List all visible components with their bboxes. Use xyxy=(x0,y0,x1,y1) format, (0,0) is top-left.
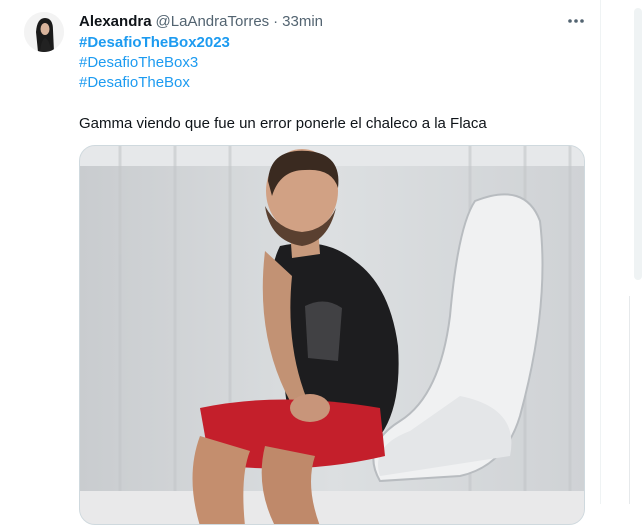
more-horizontal-icon xyxy=(568,19,584,23)
tweet-text: Gamma viendo que fue un error ponerle el… xyxy=(79,115,487,132)
hashtag-link[interactable]: #DesafioTheBox xyxy=(79,73,230,93)
tweet-header: Alexandra @LaAndraTorres · 33min xyxy=(79,11,323,31)
tweet-media-photo[interactable] xyxy=(79,145,585,525)
avatar[interactable] xyxy=(24,12,64,52)
author-name[interactable]: Alexandra xyxy=(79,13,152,30)
separator-dot: · xyxy=(273,12,279,30)
hashtag-link[interactable]: #DesafioTheBox2023 xyxy=(79,33,230,53)
scrollbar-thumb[interactable] xyxy=(634,8,642,280)
photo-illustration xyxy=(80,146,584,524)
hashtag-link[interactable]: #DesafioTheBox3 xyxy=(79,53,230,73)
timestamp[interactable]: 33min xyxy=(282,13,323,30)
side-divider xyxy=(629,296,630,504)
more-options-button[interactable] xyxy=(562,10,590,32)
avatar-image xyxy=(24,12,64,52)
author-handle[interactable]: @LaAndraTorres xyxy=(156,13,270,30)
hashtag-list: #DesafioTheBox2023 #DesafioTheBox3 #Desa… xyxy=(79,33,230,93)
tweet-card[interactable]: Alexandra @LaAndraTorres · 33min #Desafi… xyxy=(0,0,601,525)
